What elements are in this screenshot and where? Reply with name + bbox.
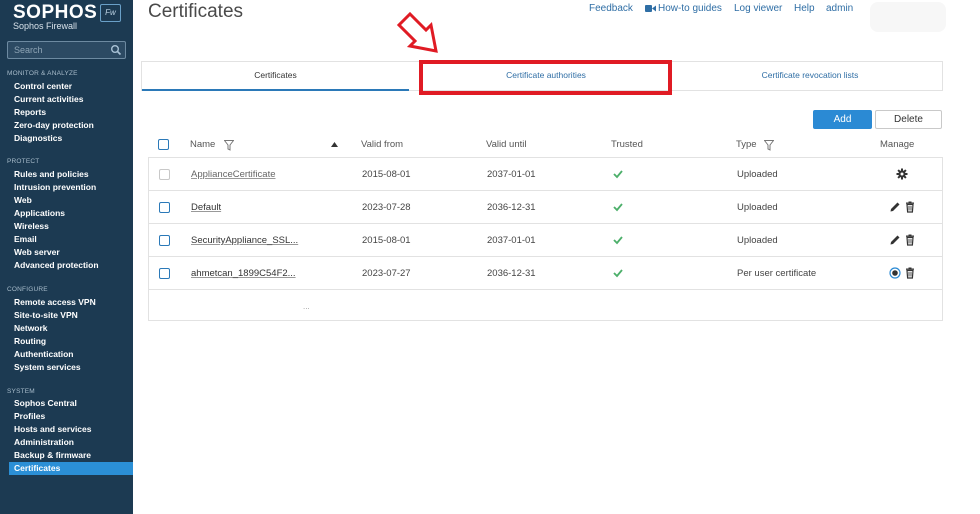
sidebar-item-reports[interactable]: Reports [14, 107, 46, 117]
check-icon [613, 236, 623, 245]
sidebar-item-site-vpn[interactable]: Site-to-site VPN [14, 310, 78, 320]
admin-menu[interactable]: admin [826, 3, 853, 14]
header-valid-from: Valid from [361, 139, 404, 150]
logo-badge: Fw [100, 4, 121, 22]
log-viewer-link[interactable]: Log viewer [734, 3, 782, 14]
search-icon[interactable] [110, 44, 122, 56]
cert-type: Uploaded [737, 169, 778, 180]
sidebar-item-system-services[interactable]: System services [14, 362, 81, 372]
valid-until: 2036-12-31 [487, 202, 536, 213]
check-icon [613, 203, 623, 212]
how-to-guides-link[interactable]: How-to guides [658, 3, 722, 14]
section-configure: CONFIGURE [7, 286, 48, 293]
arrow-annotation-icon [396, 11, 438, 53]
sidebar-item-hosts-services[interactable]: Hosts and services [14, 424, 91, 434]
table-row: ahmetcan_1899C54F2... 2023-07-27 2036-12… [149, 257, 942, 290]
delete-button[interactable]: Delete [875, 110, 942, 129]
sidebar-item-rules[interactable]: Rules and policies [14, 169, 89, 179]
table-row: Default 2023-07-28 2036-12-31 Uploaded [149, 191, 942, 224]
sidebar-item-remote-vpn[interactable]: Remote access VPN [14, 297, 96, 307]
row-checkbox[interactable] [159, 268, 170, 279]
cert-name-link[interactable]: ahmetcan_1899C54F2... [191, 268, 296, 279]
valid-from: 2023-07-28 [362, 202, 411, 213]
admin-blur [870, 2, 946, 32]
help-link[interactable]: Help [794, 3, 815, 14]
cert-type: Uploaded [737, 235, 778, 246]
check-icon [613, 170, 623, 179]
section-system: SYSTEM [7, 388, 35, 395]
cert-name-link[interactable]: ApplianceCertificate [191, 169, 276, 180]
certificates-table: Name Valid from Valid until Trusted Type… [148, 131, 943, 321]
valid-until: 2037-01-01 [487, 169, 536, 180]
sidebar-item-routing[interactable]: Routing [14, 336, 46, 346]
header-valid-until: Valid until [486, 139, 527, 150]
sidebar-item-web-server[interactable]: Web server [14, 247, 60, 257]
sidebar-item-sophos-central[interactable]: Sophos Central [14, 398, 77, 408]
video-icon [645, 5, 656, 12]
search-placeholder: Search [14, 45, 43, 55]
sidebar-item-email[interactable]: Email [14, 234, 37, 244]
table-row: SecurityAppliance_SSL... 2015-08-01 2037… [149, 224, 942, 257]
sort-up-icon[interactable] [331, 142, 338, 147]
trash-icon[interactable] [904, 201, 916, 213]
row-checkbox[interactable] [159, 235, 170, 246]
sidebar-item-certificates[interactable]: Certificates [9, 462, 133, 475]
cert-name-link[interactable]: SecurityAppliance_SSL... [191, 235, 298, 246]
logo-subtitle: Sophos Firewall [13, 21, 78, 31]
sidebar-item-zero-day[interactable]: Zero-day protection [14, 120, 94, 130]
select-all-checkbox[interactable] [158, 139, 169, 150]
sophos-logo: SOPHOS Fw Sophos Firewall [13, 2, 123, 32]
filter-icon[interactable] [764, 140, 774, 151]
section-protect: PROTECT [7, 158, 40, 165]
sidebar-item-administration[interactable]: Administration [14, 437, 74, 447]
cert-name-link[interactable]: Default [191, 202, 221, 213]
trash-icon[interactable] [904, 234, 916, 246]
valid-until: 2036-12-31 [487, 268, 536, 279]
table-row: ApplianceCertificate 2015-08-01 2037-01-… [149, 158, 942, 191]
cert-type: Uploaded [737, 202, 778, 213]
header-type[interactable]: Type [736, 139, 757, 150]
header-manage: Manage [880, 139, 915, 150]
sidebar: SOPHOS Fw Sophos Firewall Search MONITOR… [0, 0, 133, 514]
valid-from: 2015-08-01 [362, 169, 411, 180]
page-title: Certificates [148, 1, 244, 22]
edit-icon[interactable] [889, 201, 901, 213]
search-input[interactable]: Search [7, 41, 126, 59]
sidebar-item-backup[interactable]: Backup & firmware [14, 450, 91, 460]
tab-revocation-lists[interactable]: Certificate revocation lists [676, 62, 944, 91]
sidebar-item-diagnostics[interactable]: Diagnostics [14, 133, 62, 143]
valid-from: 2023-07-27 [362, 268, 411, 279]
edit-icon[interactable] [889, 234, 901, 246]
tab-certificates[interactable]: Certificates [142, 62, 409, 91]
sidebar-item-web[interactable]: Web [14, 195, 32, 205]
feedback-link[interactable]: Feedback [589, 3, 633, 14]
header-name[interactable]: Name [190, 139, 215, 150]
check-icon [613, 269, 623, 278]
sidebar-item-network[interactable]: Network [14, 323, 48, 333]
table-footer: ... [303, 302, 310, 311]
sidebar-item-authentication[interactable]: Authentication [14, 349, 74, 359]
sidebar-item-advanced-protection[interactable]: Advanced protection [14, 260, 99, 270]
sidebar-item-current-activities[interactable]: Current activities [14, 94, 83, 104]
sidebar-item-control-center[interactable]: Control center [14, 81, 72, 91]
gear-icon[interactable] [896, 168, 908, 180]
header-trusted: Trusted [611, 139, 643, 150]
sidebar-item-applications[interactable]: Applications [14, 208, 65, 218]
radio-icon[interactable] [889, 267, 901, 279]
highlight-box [419, 60, 672, 95]
row-checkbox [159, 169, 170, 180]
filter-icon[interactable] [224, 140, 234, 151]
add-button[interactable]: Add [813, 110, 872, 129]
valid-from: 2015-08-01 [362, 235, 411, 246]
row-checkbox[interactable] [159, 202, 170, 213]
table-header: Name Valid from Valid until Trusted Type… [148, 131, 943, 157]
sidebar-item-profiles[interactable]: Profiles [14, 411, 45, 421]
trash-icon[interactable] [904, 267, 916, 279]
sidebar-item-wireless[interactable]: Wireless [14, 221, 49, 231]
section-monitor: MONITOR & ANALYZE [7, 70, 78, 77]
table-body: ApplianceCertificate 2015-08-01 2037-01-… [148, 157, 943, 321]
sidebar-item-ips[interactable]: Intrusion prevention [14, 182, 96, 192]
cert-type: Per user certificate [737, 268, 817, 279]
valid-until: 2037-01-01 [487, 235, 536, 246]
